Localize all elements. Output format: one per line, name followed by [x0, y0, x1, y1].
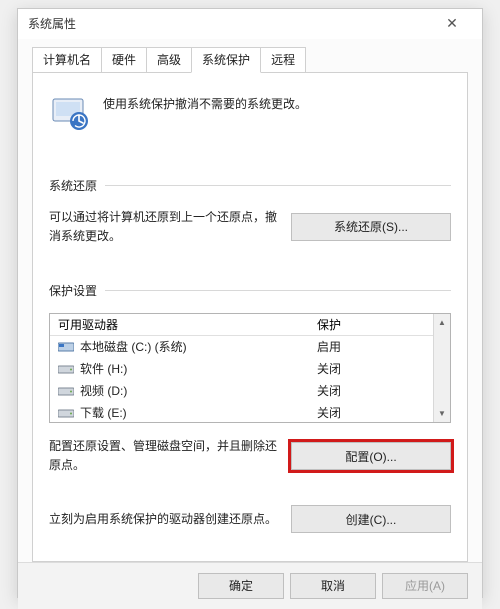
drive-list-body: 可用驱动器 保护 本地磁盘 (C:) (系统) 启用	[50, 314, 433, 422]
scroll-up-icon[interactable]: ▲	[434, 314, 450, 331]
section-title-restore: 系统还原	[49, 177, 97, 194]
drive-protection: 关闭	[313, 382, 433, 399]
col-header-protection: 保护	[313, 316, 433, 333]
window-title: 系统属性	[28, 15, 76, 32]
restore-desc: 可以通过将计算机还原到上一个还原点，撤消系统更改。	[49, 208, 277, 246]
system-protection-icon	[49, 91, 91, 133]
create-row: 立刻为启用系统保护的驱动器创建还原点。 创建(C)...	[49, 505, 451, 533]
system-properties-window: 系统属性 ✕ 计算机名 硬件 高级 系统保护 远程	[17, 8, 483, 598]
close-icon: ✕	[446, 15, 458, 32]
intro-row: 使用系统保护撤消不需要的系统更改。	[49, 87, 451, 135]
configure-row: 配置还原设置、管理磁盘空间，并且删除还原点。 配置(O)...	[49, 437, 451, 475]
apply-button[interactable]: 应用(A)	[382, 573, 468, 599]
intro-text: 使用系统保护撤消不需要的系统更改。	[103, 91, 307, 133]
disk-icon	[58, 385, 74, 397]
tab-container: 计算机名 硬件 高级 系统保护 远程 使用系统保护撤消不需要的系统更改。	[18, 39, 482, 562]
list-item[interactable]: 视频 (D:) 关闭	[50, 380, 433, 402]
os-disk-icon	[58, 341, 74, 353]
divider	[105, 185, 451, 186]
list-item[interactable]: 软件 (H:) 关闭	[50, 358, 433, 380]
cancel-button[interactable]: 取消	[290, 573, 376, 599]
drive-list[interactable]: 可用驱动器 保护 本地磁盘 (C:) (系统) 启用	[49, 313, 451, 423]
scroll-down-icon[interactable]: ▼	[434, 405, 450, 422]
tab-advanced[interactable]: 高级	[146, 47, 192, 73]
drive-name: 本地磁盘 (C:) (系统)	[80, 338, 187, 355]
disk-icon	[58, 363, 74, 375]
drive-name: 视频 (D:)	[80, 382, 127, 399]
divider	[105, 290, 451, 291]
create-button[interactable]: 创建(C)...	[291, 505, 451, 533]
ok-button[interactable]: 确定	[198, 573, 284, 599]
restore-row: 可以通过将计算机还原到上一个还原点，撤消系统更改。 系统还原(S)...	[49, 208, 451, 246]
col-header-drive: 可用驱动器	[50, 316, 313, 333]
configure-desc: 配置还原设置、管理磁盘空间，并且删除还原点。	[49, 437, 277, 475]
tab-hardware[interactable]: 硬件	[101, 47, 147, 73]
close-button[interactable]: ✕	[430, 9, 474, 39]
section-header-restore: 系统还原	[49, 177, 451, 194]
tab-system-protection[interactable]: 系统保护	[191, 47, 261, 73]
titlebar: 系统属性 ✕	[18, 9, 482, 39]
configure-button[interactable]: 配置(O)...	[291, 442, 451, 470]
tab-computer-name[interactable]: 计算机名	[32, 47, 102, 73]
drive-protection: 关闭	[313, 360, 433, 377]
system-restore-button[interactable]: 系统还原(S)...	[291, 213, 451, 241]
section-title-settings: 保护设置	[49, 282, 97, 299]
system-protection-panel: 使用系统保护撤消不需要的系统更改。 系统还原 可以通过将计算机还原到上一个还原点…	[32, 72, 468, 562]
list-item[interactable]: 本地磁盘 (C:) (系统) 启用	[50, 336, 433, 358]
disk-icon	[58, 407, 74, 419]
tabstrip: 计算机名 硬件 高级 系统保护 远程	[32, 49, 468, 73]
scrollbar[interactable]: ▲ ▼	[433, 314, 450, 422]
drive-name: 下载 (E:)	[80, 404, 127, 421]
create-desc: 立刻为启用系统保护的驱动器创建还原点。	[49, 510, 277, 529]
dialog-footer: 确定 取消 应用(A)	[18, 562, 482, 609]
list-item[interactable]: 下载 (E:) 关闭	[50, 402, 433, 424]
drive-name: 软件 (H:)	[80, 360, 127, 377]
drive-protection: 启用	[313, 338, 433, 355]
tab-remote[interactable]: 远程	[260, 47, 306, 73]
section-header-settings: 保护设置	[49, 282, 451, 299]
drive-list-header: 可用驱动器 保护	[50, 314, 433, 336]
drive-protection: 关闭	[313, 404, 433, 421]
